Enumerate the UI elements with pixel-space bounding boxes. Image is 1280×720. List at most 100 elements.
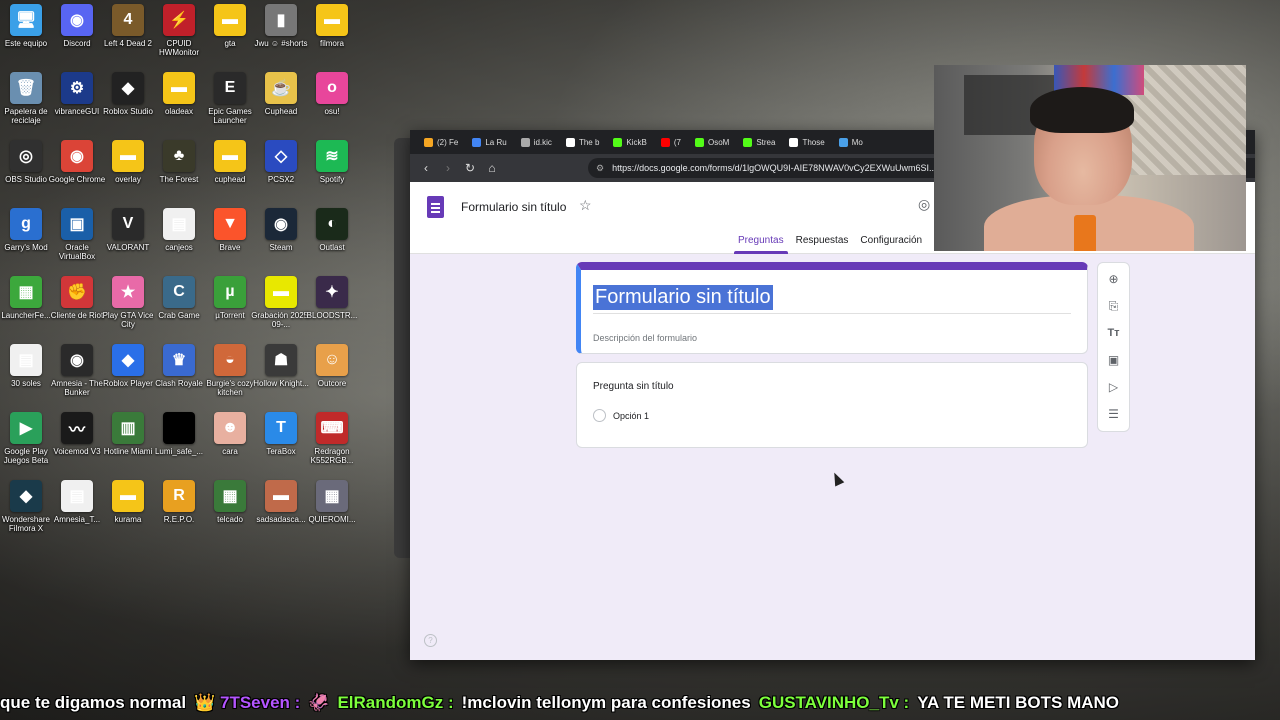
desktop-icon[interactable]: ▤ Amnesia_T... [51, 480, 103, 548]
desktop-icon[interactable]: ★ Play GTA Vice City [102, 276, 154, 344]
desktop-icon[interactable]: ⚙ vibranceGUI [51, 72, 103, 140]
desktop-icon[interactable]: V VALORANT [102, 208, 154, 276]
browser-tab[interactable]: KickB [607, 132, 652, 152]
desktop-icon[interactable]: ▬ Grabación 2025-09-... [251, 276, 311, 344]
browser-tab[interactable]: Those [783, 132, 830, 152]
form-title-card[interactable]: Formulario sin título Descripción del fo… [576, 262, 1088, 354]
tab-configuracion[interactable]: Configuración [854, 235, 928, 254]
desktop-icon[interactable]: 〰 Voicemod V3 [51, 412, 103, 480]
desktop-icon[interactable]: C Crab Game [153, 276, 205, 344]
desktop-icon[interactable]: ♛ Clash Royale [153, 344, 205, 412]
desktop-icon[interactable]: E Epic Games Launcher [204, 72, 256, 140]
webcam-overlay [934, 65, 1246, 251]
desktop-icon[interactable]: ◆ Roblox Studio [102, 72, 154, 140]
browser-tab[interactable]: OsoM [689, 132, 735, 152]
add-title-icon[interactable]: Tт [1104, 323, 1124, 343]
desktop-icon[interactable]: ▦ LauncherFe... [0, 276, 52, 344]
desktop-icon[interactable]: ▬ gta [204, 4, 256, 72]
desktop-icon[interactable]: µ µTorrent [204, 276, 256, 344]
app-icon: ✊ [61, 276, 93, 308]
app-icon: o [316, 72, 348, 104]
desktop-icon[interactable]: ▬ kurama [102, 480, 154, 548]
home-icon[interactable]: ⌂ [486, 161, 498, 175]
question-card[interactable]: Pregunta sin título Opción 1 [576, 362, 1088, 448]
palette-icon[interactable]: ◎ [918, 196, 930, 213]
browser-tab[interactable]: Strea [737, 132, 781, 152]
add-section-icon[interactable]: ☰ [1104, 404, 1124, 424]
form-title-input[interactable]: Formulario sin título [593, 285, 773, 310]
import-questions-icon[interactable]: ⎘ [1104, 296, 1124, 316]
desktop-icon[interactable]: ◐ Outlast [306, 208, 358, 276]
desktop-icon[interactable]: 🗑 Papelera de reciclaje [0, 72, 52, 140]
desktop-icon[interactable]: ✦ BLOODSTR... [306, 276, 358, 344]
document-title[interactable]: Formulario sin título [461, 200, 566, 214]
add-video-icon[interactable]: ▷ [1104, 377, 1124, 397]
desktop-icon[interactable]: ▬ overlay [102, 140, 154, 208]
desktop-icon[interactable]: ◆ Wondershare Filmora X [0, 480, 52, 548]
reload-icon[interactable]: ↻ [464, 161, 476, 175]
option-label[interactable]: Opción 1 [613, 411, 649, 421]
desktop-icon[interactable]: ☻ cara [204, 412, 256, 480]
desktop-icon[interactable]: Lumi_safe_... [153, 412, 205, 480]
desktop-icon[interactable]: 🖥 Este equipo [0, 4, 52, 72]
desktop-icon[interactable]: 4 Left 4 Dead 2 [102, 4, 154, 72]
site-settings-icon[interactable]: ⚙ [596, 163, 604, 174]
desktop-icon[interactable]: ▤ 30 soles [0, 344, 52, 412]
desktop-icon[interactable]: ◒ Burgie's cozy kitchen [204, 344, 256, 412]
desktop-icon[interactable]: ▼ Brave [204, 208, 256, 276]
desktop-icon[interactable]: ◆ Roblox Player [102, 344, 154, 412]
desktop-icon[interactable]: ◉ Steam [255, 208, 307, 276]
desktop-icon[interactable]: ◉ Amnesia - The Bunker [51, 344, 103, 412]
desktop-icon[interactable]: R R.E.P.O. [153, 480, 205, 548]
desktop-icon[interactable]: g Garry's Mod [0, 208, 52, 276]
desktop-icon[interactable]: ◎ OBS Studio [0, 140, 52, 208]
desktop-icon[interactable]: ☺ Outcore [306, 344, 358, 412]
desktop-icon[interactable]: ☕ Cuphead [255, 72, 307, 140]
desktop-icon[interactable]: ✊ Cliente de Riot [51, 276, 103, 344]
desktop-icon[interactable]: ⚡ CPUID HWMonitor [153, 4, 205, 72]
add-image-icon[interactable]: ▣ [1104, 350, 1124, 370]
desktop-icon[interactable]: ▬ cuphead [204, 140, 256, 208]
desktop-icon[interactable]: ◇ PCSX2 [255, 140, 307, 208]
desktop-icon[interactable]: ▣ Oracle VirtualBox [51, 208, 103, 276]
tab-favicon-icon [789, 137, 799, 147]
tab-preguntas[interactable]: Preguntas [732, 235, 790, 254]
app-icon: g [10, 208, 42, 240]
forward-icon[interactable]: › [442, 161, 454, 175]
browser-tab[interactable]: La Ru [466, 132, 512, 152]
browser-tab[interactable]: (7 [655, 132, 687, 152]
help-icon[interactable]: ? [424, 634, 437, 647]
desktop-icon[interactable]: ◉ Discord [51, 4, 103, 72]
desktop-icon[interactable]: ▮ Jwu ☺ #shorts [254, 4, 308, 72]
desktop-icon[interactable]: ≋ Spotify [306, 140, 358, 208]
form-description-input[interactable]: Descripción del formulario [593, 333, 697, 343]
desktop-icon[interactable]: ▬ filmora [306, 4, 358, 72]
desktop-icon[interactable]: ☗ Hollow Knight... [253, 344, 309, 412]
desktop-icon[interactable]: ◉ Google Chrome [49, 140, 105, 208]
desktop-icon[interactable]: T TeraBox [255, 412, 307, 480]
google-forms-logo-icon[interactable] [427, 196, 444, 218]
desktop-icon[interactable]: ▦ telcado [204, 480, 256, 548]
radio-button-icon[interactable] [593, 409, 606, 422]
star-icon[interactable]: ☆ [579, 197, 592, 214]
desktop-icon[interactable]: ▬ sadsadasca... [255, 480, 307, 548]
app-icon: ⌨ [316, 412, 348, 444]
desktop-icon[interactable]: ▶ Google Play Juegos Beta [0, 412, 52, 480]
desktop-icon[interactable]: ⌨ Redragon K552RGB... [306, 412, 358, 480]
tab-respuestas[interactable]: Respuestas [790, 235, 855, 254]
browser-tab[interactable]: Mo [833, 132, 869, 152]
desktop-icon[interactable]: ♣ The Forest [153, 140, 205, 208]
desktop-icon[interactable]: ▬ oladeax [153, 72, 205, 140]
browser-tab[interactable]: The b [560, 132, 605, 152]
desktop-icon[interactable]: o osu! [306, 72, 358, 140]
add-question-icon[interactable]: ⊕ [1104, 269, 1124, 289]
browser-tab[interactable]: (2) Fe [418, 132, 464, 152]
browser-tab[interactable]: id.kic [515, 132, 558, 152]
question-title[interactable]: Pregunta sin título [593, 381, 674, 392]
desktop-icon[interactable]: ▤ canjeos [153, 208, 205, 276]
app-icon: ◉ [61, 4, 93, 36]
desktop-icon[interactable]: ▥ Hotline Miami [102, 412, 154, 480]
desktop-icon[interactable]: ▦ QUIEROMI... [306, 480, 358, 548]
back-icon[interactable]: ‹ [420, 161, 432, 175]
desktop-icon-label: filmora [319, 39, 344, 48]
